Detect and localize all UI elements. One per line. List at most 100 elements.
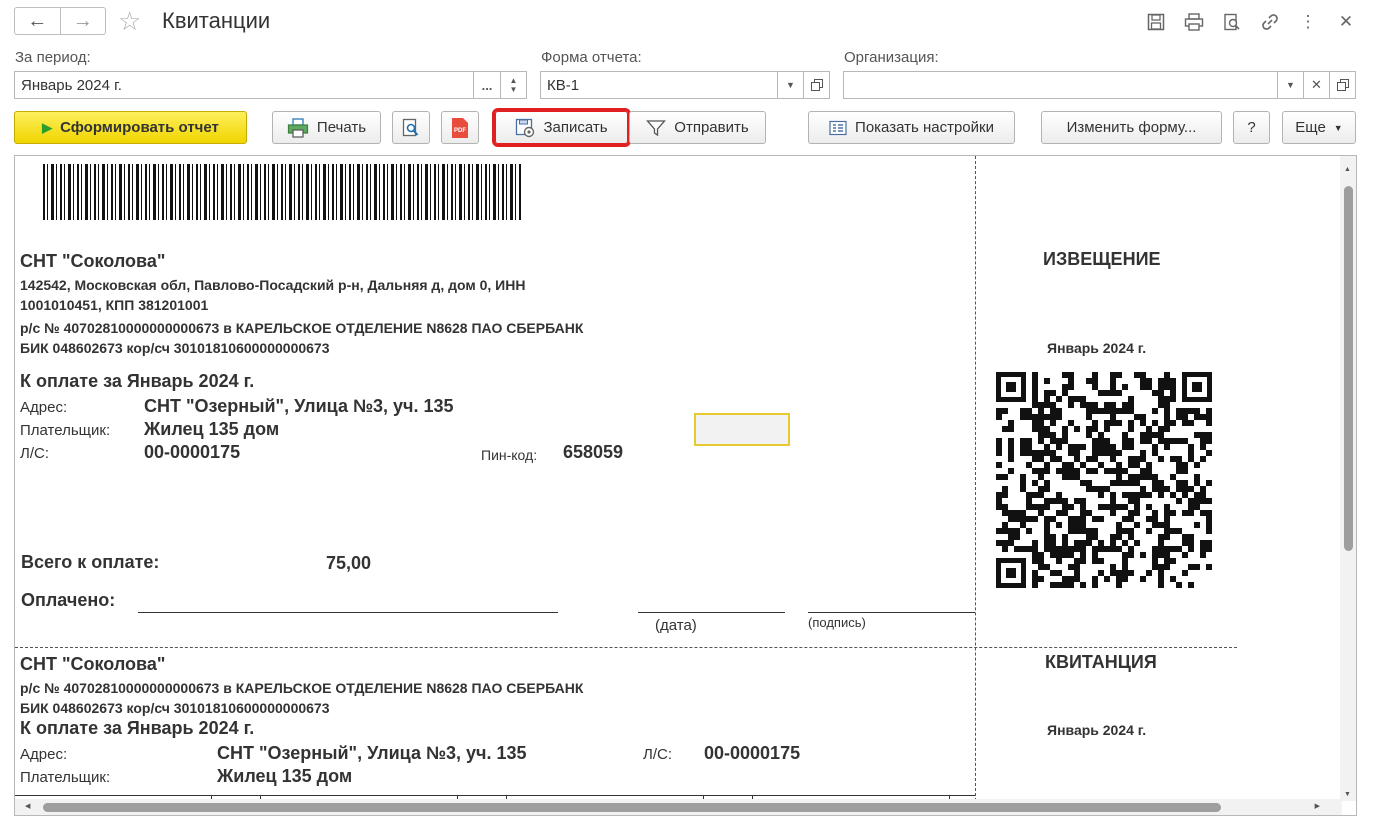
qr-module [1128,528,1134,534]
svg-text:PDF: PDF [454,128,466,134]
spinner-up-icon[interactable]: ▲ [510,76,518,85]
qr-module [1002,474,1008,480]
print-icon[interactable] [1182,10,1206,34]
qr-module [1158,576,1164,582]
bank-bik-line: БИК 048602673 кор/сч 3010181060000000067… [20,340,330,356]
qr-module [1044,486,1050,492]
qr-module [1188,444,1194,450]
generate-report-button[interactable]: ▶ Сформировать отчет [14,111,247,144]
qr-module [1056,414,1062,420]
qr-module [1200,432,1206,438]
link-icon[interactable] [1258,10,1282,34]
report-form-dropdown[interactable]: ▼ [777,71,804,99]
selected-cell[interactable] [694,413,790,446]
qr-module [1026,498,1032,504]
qr-module [1020,450,1026,456]
qr-module [1140,486,1146,492]
qr-module [1110,534,1116,540]
qr-module [1134,372,1140,378]
vertical-scrollbar[interactable]: ▲ ▼ [1340,156,1356,801]
organization-clear[interactable]: ✕ [1303,71,1330,99]
receipt-payer-value: Жилец 135 дом [217,766,353,786]
qr-module [1002,486,1008,492]
receipt-pay-for-period: К оплате за Январь 2024 г. [20,718,255,738]
qr-module [1080,396,1086,402]
qr-module [1182,540,1188,546]
qr-module [1092,582,1098,588]
qr-module [1122,516,1128,522]
more-button[interactable]: Еще ▼ [1282,111,1356,144]
organization-open[interactable] [1329,71,1356,99]
organization-input[interactable] [843,71,1278,99]
period-select-button[interactable]: ... [473,71,501,99]
qr-module [1158,390,1164,396]
scroll-down-icon[interactable]: ▼ [1344,791,1351,798]
qr-module [1086,534,1092,540]
spinner-down-icon[interactable]: ▼ [510,85,518,94]
print-button[interactable]: Печать [272,111,381,144]
scroll-up-icon[interactable]: ▲ [1344,166,1351,173]
qr-module [1164,372,1170,378]
qr-module [1080,510,1086,516]
qr-module [1206,528,1212,534]
close-icon[interactable]: ✕ [1334,10,1358,34]
qr-module [1188,510,1194,516]
qr-module [1170,438,1176,444]
qr-module [1116,546,1122,552]
qr-module [1128,516,1134,522]
qr-module [1026,414,1032,420]
vertical-scroll-thumb[interactable] [1344,186,1353,551]
qr-module [996,462,1002,468]
qr-module [1056,570,1062,576]
organization-dropdown[interactable]: ▼ [1277,71,1304,99]
qr-module [1182,552,1188,558]
qr-module [1026,462,1032,468]
horizontal-scroll-thumb[interactable] [43,803,1221,812]
qr-module [1044,462,1050,468]
more-actions-icon[interactable]: ⋮ [1296,10,1320,34]
save-report-button[interactable]: Записать [492,108,631,147]
preview-button[interactable] [392,111,430,144]
scroll-left-icon[interactable]: ◀ [25,802,30,810]
pdf-button[interactable]: PDF [441,111,479,144]
qr-module [1158,378,1164,384]
qr-module [1176,528,1182,534]
show-settings-button[interactable]: Показать настройки [808,111,1015,144]
preview-icon[interactable] [1220,10,1244,34]
period-input[interactable]: Январь 2024 г. [14,71,474,99]
qr-module [1056,522,1062,528]
qr-module [1080,546,1086,552]
qr-module [1122,444,1128,450]
send-button[interactable]: Отправить [629,111,766,144]
pay-for-period: К оплате за Январь 2024 г. [20,371,255,391]
qr-module [1164,528,1170,534]
navigation-buttons: ← → [14,7,106,35]
qr-module [1086,480,1092,486]
report-form-input[interactable]: КВ-1 [540,71,778,99]
save-icon[interactable] [1144,10,1168,34]
qr-module [1152,450,1158,456]
qr-module [1062,474,1068,480]
qr-module [1062,504,1068,510]
qr-module [1050,414,1056,420]
report-spreadsheet[interactable]: СНТ "Соколова" 142542, Московская обл, П… [14,155,1357,816]
period-spinner[interactable]: ▲ ▼ [500,71,527,99]
qr-module [1092,528,1098,534]
report-form-open[interactable] [803,71,830,99]
qr-module [1176,408,1182,414]
qr-module [1170,546,1176,552]
scroll-right-icon[interactable]: ▶ [1315,802,1320,810]
favorite-star-icon[interactable]: ☆ [118,6,141,37]
help-button[interactable]: ? [1233,111,1270,144]
change-form-button[interactable]: Изменить форму... [1041,111,1222,144]
forward-arrow-icon[interactable]: → [59,8,106,34]
qr-module [1050,498,1056,504]
date-caption: (дата) [655,617,697,634]
qr-module [1032,516,1038,522]
qr-module [1194,504,1200,510]
horizontal-scrollbar[interactable]: ◀ ▶ [15,799,1342,815]
qr-module [1110,420,1116,426]
qr-module [1092,420,1098,426]
qr-module [1068,420,1074,426]
back-arrow-icon[interactable]: ← [15,8,60,34]
